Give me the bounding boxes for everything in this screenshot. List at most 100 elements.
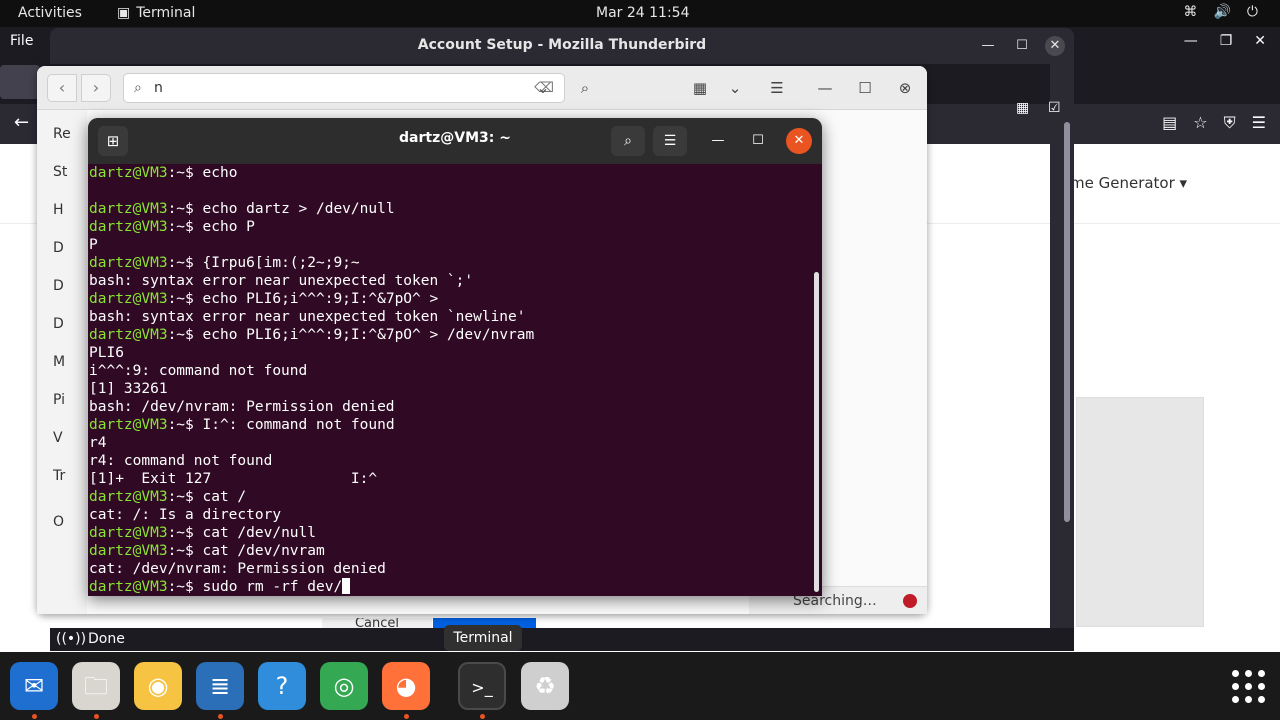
terminal-line-text: cat /dev/nvram [193, 543, 325, 559]
maximize-icon[interactable]: ☐ [850, 73, 880, 103]
sidebar-item-other[interactable]: O [53, 514, 64, 530]
terminal-command-line: dartz@VM3:~$ echo dartz > /dev/null [89, 200, 814, 218]
sidebar-item-starred[interactable]: St [53, 164, 67, 180]
thunderbird-title: Account Setup - Mozilla Thunderbird [417, 37, 707, 53]
menu-icon[interactable]: ☰ [762, 73, 792, 103]
search-value: n [154, 80, 163, 96]
calendar-icon[interactable]: ▦ [1016, 100, 1029, 116]
terminal-prompt-path: :~$ [167, 255, 194, 271]
terminal-line-text: bash: syntax error near unexpected token… [89, 273, 474, 289]
sidebar-item-videos[interactable]: V [53, 430, 63, 446]
terminal-output-line: bash: /dev/nvram: Permission denied [89, 398, 814, 416]
hamburger-menu-icon[interactable]: ☰ [1252, 113, 1266, 133]
maximize-icon[interactable]: ❐ [1220, 33, 1233, 49]
firefox-tab[interactable] [0, 65, 40, 99]
app-menu[interactable]: ▣ Terminal [117, 5, 195, 21]
page-image [1076, 397, 1204, 627]
terminal-output-line: [1] 33261 [89, 380, 814, 398]
terminal-command-line: dartz@VM3:~$ sudo rm -rf dev/ [89, 578, 814, 596]
files-icon[interactable]: 🗀 [72, 662, 120, 710]
terminal-prompt: dartz@VM3 [89, 165, 168, 181]
volume-icon: 🔊 [1213, 4, 1231, 20]
close-icon[interactable]: ✕ [1045, 36, 1065, 56]
bookmark-star-icon[interactable]: ☆ [1193, 113, 1207, 133]
terminal-line-text: cat /dev/null [193, 525, 317, 541]
terminal-line-text: PLI6 [89, 345, 124, 361]
terminal-headerbar: ⊞ dartz@VM3: ~ ⌕ ☰ — ☐ ✕ [88, 118, 822, 164]
rhythmbox-icon[interactable]: ◉ [134, 662, 182, 710]
terminal-prompt-path: :~$ [167, 489, 194, 505]
show-apps-icon[interactable] [1232, 670, 1266, 704]
terminal-output-line: P [89, 236, 814, 254]
trash-icon[interactable]: ♻ [521, 662, 569, 710]
sidebar-item-pictures[interactable]: Pi [53, 392, 65, 408]
minimize-icon[interactable]: — [705, 128, 731, 154]
sidebar-item-documents[interactable]: D [53, 278, 64, 294]
terminal-prompt: dartz@VM3 [89, 489, 168, 505]
terminal-line-text: P [89, 237, 98, 253]
tasks-icon[interactable]: ☑ [1048, 100, 1061, 116]
sidebar-item-home[interactable]: H [53, 202, 64, 218]
terminal-line-text: [1]+ Exit 127 I:^ [89, 471, 378, 487]
chrome-icon[interactable]: ◎ [320, 662, 368, 710]
terminal-icon[interactable]: >_ [458, 662, 506, 710]
app-menu-label: Terminal [136, 5, 196, 21]
writer-icon[interactable]: ≣ [196, 662, 244, 710]
reader-view-icon[interactable]: ▤ [1162, 113, 1177, 133]
sidebar-item-music[interactable]: M [53, 354, 65, 370]
generator-dropdown[interactable]: me Generator ▾ [1070, 174, 1187, 192]
minimize-icon[interactable]: — [978, 36, 998, 56]
back-icon[interactable]: ‹ [47, 74, 77, 102]
sidebar-item-downloads[interactable]: D [53, 316, 64, 332]
terminal-command-line: dartz@VM3:~$ {Irpu6[im:(;2~;9;~ [89, 254, 814, 272]
firefox-window-controls[interactable]: — ❐ ✕ [1184, 33, 1266, 49]
back-arrow-icon[interactable]: ← [14, 112, 29, 133]
stop-search-icon[interactable] [903, 594, 917, 608]
hamburger-menu-icon[interactable]: ☰ [653, 126, 687, 156]
terminal-scrollbar[interactable] [814, 272, 819, 592]
files-headerbar: ‹ › ⌕ n ⌫ ⌄ ⌕ ▦ ⌄ ☰ — ☐ ⊗ [37, 66, 927, 110]
terminal-output[interactable]: dartz@VM3:~$ echo dartz@VM3:~$ echo dartz… [89, 164, 814, 596]
terminal-prompt: dartz@VM3 [89, 219, 168, 235]
ublock-icon[interactable]: ⛨ [1224, 113, 1236, 133]
terminal-output-line: i^^^:9: command not found [89, 362, 814, 380]
search-toggle-icon[interactable]: ⌕ [570, 73, 600, 103]
maximize-icon[interactable]: ☐ [1012, 36, 1032, 56]
view-options-icon[interactable]: ⌄ [720, 73, 750, 103]
firefox-toolbar-icons: ▤ ☆ ⛨ ☰ [1162, 113, 1266, 133]
maximize-icon[interactable]: ☐ [745, 128, 771, 154]
terminal-prompt: dartz@VM3 [89, 525, 168, 541]
grid-view-icon[interactable]: ▦ [685, 73, 715, 103]
terminal-output-line: cat: /: Is a directory [89, 506, 814, 524]
close-icon[interactable]: ✕ [1254, 33, 1266, 49]
terminal-command-line: dartz@VM3:~$ echo [89, 164, 814, 182]
close-icon[interactable]: ⊗ [890, 73, 920, 103]
forward-icon[interactable]: › [81, 74, 111, 102]
terminal-line-text: echo P [193, 219, 255, 235]
close-icon[interactable]: ✕ [786, 128, 812, 154]
terminal-line-text: I:^: command not found [193, 417, 395, 433]
minimize-icon[interactable]: — [1184, 33, 1198, 49]
thunderbird-icon[interactable]: ✉ [10, 662, 58, 710]
search-options-icon[interactable]: ⌄ [528, 73, 558, 103]
minimize-icon[interactable]: — [810, 73, 840, 103]
activities-button[interactable]: Activities [18, 5, 82, 21]
terminal-output-line: r4: command not found [89, 452, 814, 470]
system-tray[interactable]: ⌘ 🔊 ⏻ [1183, 4, 1258, 20]
clock[interactable]: Mar 24 11:54 [596, 5, 689, 21]
help-icon[interactable]: ? [258, 662, 306, 710]
scrollbar[interactable] [1064, 122, 1070, 522]
terminal-prompt-path: :~$ [167, 525, 194, 541]
terminal-window: ⊞ dartz@VM3: ~ ⌕ ☰ — ☐ ✕ dartz@VM3:~$ ec… [88, 118, 822, 596]
firefox-icon[interactable]: ◕ [382, 662, 430, 710]
sidebar-item-recent[interactable]: Re [53, 126, 71, 142]
status-text: Done [88, 631, 125, 647]
menu-file[interactable]: File [10, 33, 33, 49]
terminal-line-text: cat: /: Is a directory [89, 507, 282, 523]
sidebar-item-trash[interactable]: Tr [53, 468, 65, 484]
search-icon[interactable]: ⌕ [611, 126, 645, 156]
terminal-output-line: r4 [89, 434, 814, 452]
search-input[interactable]: ⌕ n ⌫ [123, 73, 565, 103]
terminal-command-line: dartz@VM3:~$ cat /dev/nvram [89, 542, 814, 560]
sidebar-item-desktop[interactable]: D [53, 240, 64, 256]
